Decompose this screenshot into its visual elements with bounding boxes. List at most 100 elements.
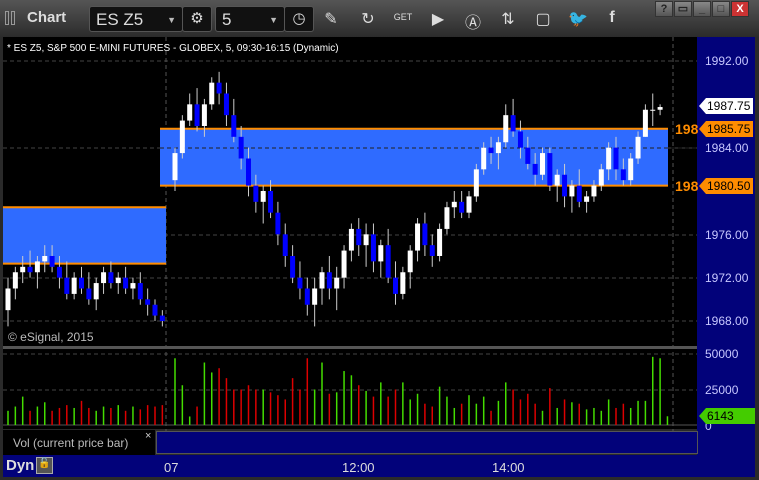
candle-body bbox=[503, 115, 509, 143]
candle-body bbox=[510, 115, 516, 132]
price-label: 1984.00 bbox=[705, 141, 749, 155]
candle-body bbox=[650, 109, 656, 111]
price-label: 1976.00 bbox=[705, 228, 749, 242]
candle-body bbox=[231, 115, 237, 137]
candle-body bbox=[187, 104, 193, 121]
copyright: © eSignal, 2015 bbox=[8, 330, 94, 344]
candle-body bbox=[525, 147, 531, 164]
candle-body bbox=[356, 228, 362, 246]
candle-body bbox=[179, 120, 185, 154]
candle-body bbox=[194, 104, 200, 126]
candle-body bbox=[101, 272, 107, 284]
candle-body bbox=[451, 201, 457, 208]
candle-body bbox=[304, 288, 310, 305]
lock-icon[interactable]: 🔓 bbox=[36, 457, 53, 474]
candle-body bbox=[635, 136, 641, 159]
candle-body bbox=[34, 261, 40, 273]
candle-body bbox=[657, 107, 663, 110]
candle-body bbox=[488, 147, 494, 154]
candle-body bbox=[93, 283, 99, 300]
candle-body bbox=[223, 93, 229, 116]
candle-body bbox=[145, 299, 151, 305]
candle-body bbox=[268, 190, 274, 213]
candle-body bbox=[64, 277, 70, 294]
candle-body bbox=[12, 272, 18, 289]
candle-body bbox=[282, 234, 288, 256]
support-resistance-band bbox=[3, 207, 166, 264]
candle-body bbox=[393, 277, 398, 294]
candle-body bbox=[554, 174, 560, 186]
last-price-tag: 1987.75 bbox=[699, 98, 754, 114]
dynamic-mode-label[interactable]: Dyn bbox=[6, 457, 34, 474]
candle-body bbox=[209, 82, 215, 105]
candle-body bbox=[238, 136, 244, 159]
symbol-description: * ES Z5, S&P 500 E-MINI FUTURES - GLOBEX… bbox=[7, 43, 339, 54]
close-study-button[interactable]: × bbox=[145, 430, 151, 442]
candle-body bbox=[370, 234, 376, 262]
candle-body bbox=[5, 288, 11, 311]
candle-body bbox=[319, 272, 325, 289]
candle-body bbox=[473, 169, 479, 197]
candle-body bbox=[253, 185, 259, 202]
lower-level-tag: 1980.50 bbox=[699, 178, 754, 194]
candle-body bbox=[137, 283, 143, 300]
candle-body bbox=[159, 315, 165, 321]
candle-body bbox=[71, 277, 77, 294]
upper-level-tag: 1985.75 bbox=[699, 121, 754, 137]
candle-body bbox=[79, 277, 84, 289]
candle-body bbox=[415, 223, 421, 251]
candle-body bbox=[481, 147, 487, 170]
candle-body bbox=[348, 228, 354, 251]
candle-body bbox=[260, 190, 266, 202]
candle-body bbox=[86, 288, 92, 300]
candle-body bbox=[444, 207, 450, 229]
candle-body bbox=[613, 147, 619, 170]
price-label: 1968.00 bbox=[705, 314, 749, 328]
candle-body bbox=[385, 245, 391, 278]
candle-body bbox=[312, 288, 318, 305]
candle-body bbox=[334, 277, 340, 289]
time-label: 14:00 bbox=[492, 460, 525, 475]
candle-body bbox=[569, 185, 575, 197]
candle-body bbox=[437, 228, 443, 256]
time-label: 07 bbox=[164, 460, 179, 475]
candle-body bbox=[27, 266, 33, 273]
candle-body bbox=[297, 277, 303, 289]
candle-body bbox=[642, 109, 648, 137]
price-label: 1992.00 bbox=[705, 54, 749, 68]
panel-splitter bbox=[3, 346, 697, 349]
candle-body bbox=[532, 163, 538, 175]
candle-body bbox=[584, 196, 590, 202]
candle-body bbox=[152, 304, 158, 316]
price-label: 1972.00 bbox=[705, 271, 749, 285]
candle-body bbox=[123, 277, 129, 289]
candle-body bbox=[400, 272, 406, 294]
time-label: 12:00 bbox=[342, 460, 375, 475]
candle-body bbox=[216, 82, 222, 94]
candle-body bbox=[115, 277, 121, 284]
candle-body bbox=[326, 272, 332, 289]
candle-body bbox=[49, 255, 55, 267]
candle-body bbox=[540, 153, 545, 175]
candle-body bbox=[517, 131, 523, 148]
candle-body bbox=[628, 158, 634, 181]
candle-body bbox=[290, 255, 296, 278]
candle-body bbox=[172, 153, 178, 181]
upper-level-label: 198 bbox=[675, 121, 699, 137]
candle-body bbox=[422, 223, 428, 246]
candle-body bbox=[495, 142, 501, 154]
candle-body bbox=[341, 250, 347, 278]
candle-body bbox=[275, 212, 281, 235]
candle-body bbox=[246, 158, 251, 186]
candle-body bbox=[466, 196, 472, 213]
candle-body bbox=[20, 266, 26, 273]
volume-label: 25000 bbox=[705, 383, 739, 397]
candle-body bbox=[459, 201, 465, 213]
candle-body bbox=[407, 250, 413, 273]
candle-body bbox=[108, 272, 114, 284]
candle-body bbox=[56, 266, 62, 278]
candle-body bbox=[547, 153, 553, 186]
candle-body bbox=[598, 169, 604, 186]
candle-body bbox=[620, 169, 626, 181]
candle-body bbox=[606, 147, 612, 170]
